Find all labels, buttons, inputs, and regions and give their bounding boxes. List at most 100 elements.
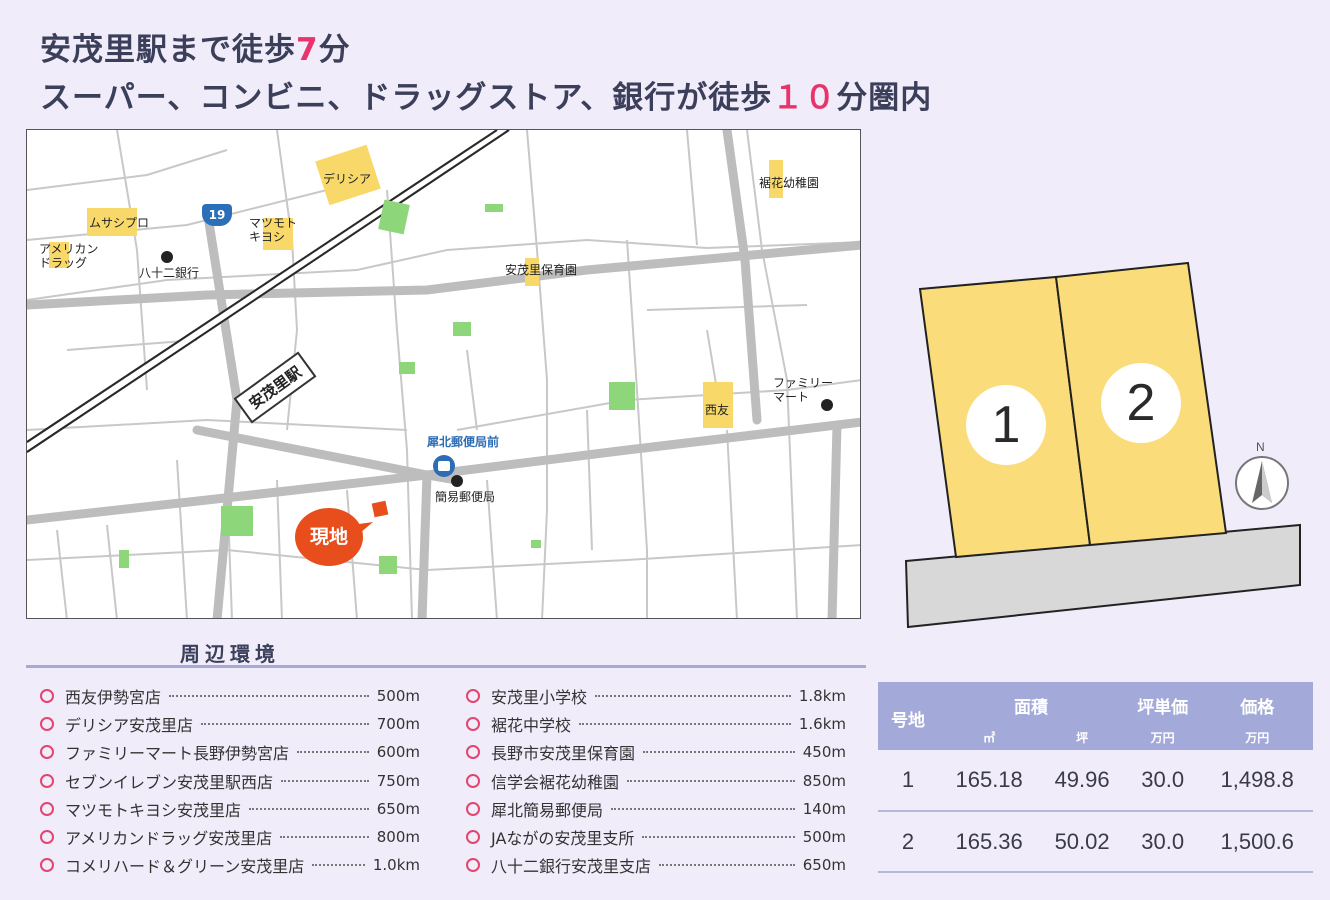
map-label-nursery: 安茂里保育園: [505, 263, 578, 277]
leader-dots: [579, 723, 791, 726]
facility-distance: 600m: [376, 743, 420, 762]
facility-distance: 800m: [376, 828, 420, 847]
map-label-delicia: デリシア: [323, 172, 372, 186]
headline-2-unit: 分圏内: [836, 80, 933, 116]
header-price: 価格: [1201, 682, 1313, 724]
facility-distance: 1.8km: [798, 687, 846, 706]
list-item: 裾花中学校 1.6km: [466, 710, 846, 738]
leader-dots: [201, 723, 369, 726]
list-item: コメリハード＆グリーン安茂里店 1.0km: [40, 851, 420, 879]
facility-name: コメリハード＆グリーン安茂里店: [65, 857, 305, 877]
list-item: 信学会裾花幼稚園 850m: [466, 767, 846, 795]
facility-name: 長野市安茂里保育園: [491, 744, 636, 764]
environment-list-right: 安茂里小学校 1.8km 裾花中学校 1.6km 長野市安茂里保育園 450m 信学会…: [466, 682, 846, 879]
cell-unit-price: 30.0: [1123, 750, 1202, 812]
headline-shops-walk: スーパー、コンビニ、ドラッグストア、銀行が徒歩１０分圏内: [40, 72, 932, 117]
headline-station-walk: 安茂里駅まで徒歩7分: [40, 24, 351, 69]
cell-price: 1,500.6: [1201, 811, 1313, 873]
subheader-tsubo: 坪: [1040, 724, 1124, 750]
headline-2-text: スーパー、コンビニ、ドラッグストア、銀行が徒歩: [40, 80, 773, 116]
headline-1-unit: 分: [318, 32, 351, 68]
list-item: マツモトキヨシ安茂里店 650m: [40, 795, 420, 823]
circle-icon: [40, 830, 54, 845]
circle-icon: [40, 689, 54, 704]
site-marker: 現地: [295, 508, 363, 566]
facility-distance: 1.6km: [798, 715, 846, 734]
subheader-sqm: ㎡: [938, 724, 1041, 750]
facility-distance: 450m: [802, 743, 846, 762]
headline-1-minutes: 7: [296, 32, 319, 68]
lot-2-number: 2: [1101, 363, 1181, 443]
cell-lot: 1: [878, 750, 938, 812]
facility-name: 犀北簡易郵便局: [491, 800, 604, 820]
facility-distance: 650m: [802, 856, 846, 875]
facility-distance: 750m: [376, 771, 420, 790]
facility-distance: 700m: [376, 715, 420, 734]
list-item: 安茂里小学校 1.8km: [466, 682, 846, 710]
map-label-post-office: 簡易郵便局: [435, 490, 496, 504]
facility-name: 八十二銀行安茂里支店: [491, 857, 652, 877]
circle-icon: [466, 858, 480, 873]
cell-unit-price: 30.0: [1123, 811, 1202, 873]
leader-dots: [312, 864, 365, 867]
list-item: 西友伊勢宮店 500m: [40, 682, 420, 710]
header-area: 面積: [938, 682, 1124, 724]
circle-icon: [40, 858, 54, 873]
lot-diagram: 1 2 N: [900, 255, 1310, 635]
cell-tsubo: 49.96: [1040, 750, 1124, 812]
header-tsubo-price: 坪単価: [1123, 682, 1202, 724]
cell-price: 1,498.8: [1201, 750, 1313, 812]
cell-sqm: 165.36: [938, 811, 1041, 873]
facility-name: ファミリーマート長野伊勢宮店: [65, 744, 290, 764]
leader-dots: [627, 779, 795, 782]
leader-dots: [280, 836, 369, 839]
circle-icon: [466, 717, 480, 732]
facility-distance: 1.0km: [372, 856, 420, 875]
area-map: 19 安茂里駅 デリシア ムサシプロ アメリカン ドラッグ マツモト キヨシ 八…: [26, 129, 861, 619]
leader-dots: [642, 836, 795, 839]
map-label-american-drug: アメリカン ドラッグ: [39, 242, 99, 271]
table-row: 1 165.18 49.96 30.0 1,498.8: [878, 750, 1313, 812]
facility-distance: 650m: [376, 799, 420, 818]
subheader-unit: 万円: [1201, 724, 1313, 750]
circle-icon: [466, 745, 480, 760]
header-lot: 号地: [878, 682, 938, 750]
map-label-matsumoto: マツモト キヨシ: [249, 216, 298, 245]
route-19-icon: 19: [202, 204, 232, 226]
leader-dots: [169, 695, 369, 698]
leader-dots: [249, 807, 369, 810]
map-label-family-mart: ファミリー マート: [773, 376, 834, 405]
facility-distance: 500m: [802, 828, 846, 847]
map-label-seiyu: 西友: [705, 403, 730, 417]
list-item: デリシア安茂里店 700m: [40, 710, 420, 738]
environment-divider: [26, 665, 866, 668]
leader-dots: [595, 695, 791, 698]
facility-name: JAながの安茂里支所: [491, 829, 635, 849]
environment-list-left: 西友伊勢宮店 500m デリシア安茂里店 700m ファミリーマート長野伊勢宮店 60…: [40, 682, 420, 879]
map-label-musashi: ムサシプロ: [89, 216, 150, 230]
headline-2-minutes: １０: [772, 80, 837, 116]
facility-distance: 140m: [802, 799, 846, 818]
cell-sqm: 165.18: [938, 750, 1041, 812]
circle-icon: [40, 745, 54, 760]
list-item: 犀北簡易郵便局 140m: [466, 795, 846, 823]
circle-icon: [466, 801, 480, 816]
map-label-bank: 八十二銀行: [139, 266, 200, 280]
facility-name: アメリカンドラッグ安茂里店: [65, 829, 273, 849]
leader-dots: [659, 864, 795, 867]
price-table: 号地 面積 坪単価 価格 ㎡ 坪 万円 万円 1 165.18 49.96 30…: [878, 682, 1313, 873]
list-item: セブンイレブン安茂里駅西店 750m: [40, 767, 420, 795]
circle-icon: [466, 773, 480, 788]
list-item: 八十二銀行安茂里支店 650m: [466, 851, 846, 879]
environment-title: 周辺環境: [180, 642, 280, 666]
list-item: JAながの安茂里支所 500m: [466, 823, 846, 851]
table-row: 2 165.36 50.02 30.0 1,500.6: [878, 811, 1313, 873]
facility-name: 安茂里小学校: [491, 688, 588, 708]
facility-distance: 500m: [376, 687, 420, 706]
lot-1-number: 1: [966, 385, 1046, 465]
facility-name: 西友伊勢宮店: [65, 688, 162, 708]
cell-lot: 2: [878, 811, 938, 873]
facility-name: 信学会裾花幼稚園: [491, 772, 620, 792]
leader-dots: [281, 779, 369, 782]
cell-tsubo: 50.02: [1040, 811, 1124, 873]
